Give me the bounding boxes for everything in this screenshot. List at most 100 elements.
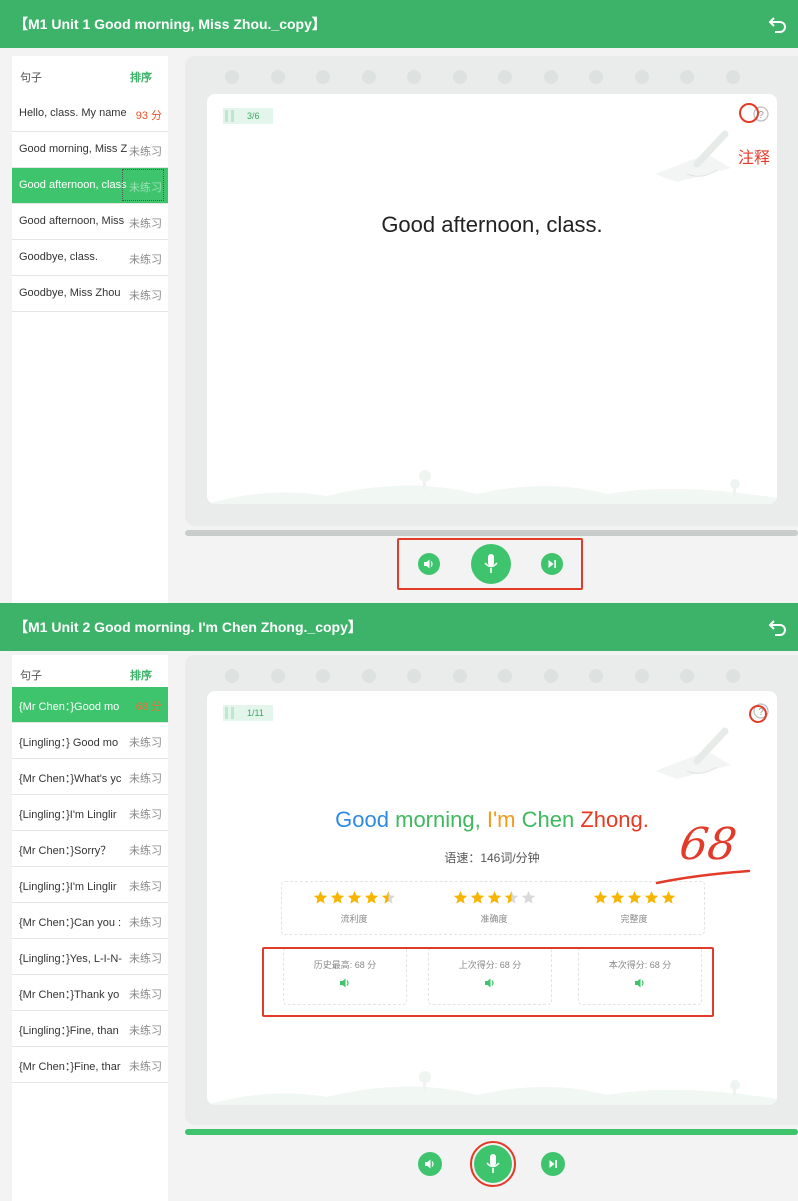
sentence-item-status: 未练习 (129, 917, 162, 929)
binding-dot (225, 70, 239, 84)
binding-dot (634, 70, 649, 84)
sentence-word: Good (335, 807, 389, 832)
sentence-item-text: {Mr Chen：}Can you : (19, 917, 122, 929)
sentence-item-text: {Lingling：} Good mo (19, 737, 119, 749)
star-half-icon (504, 890, 518, 904)
rating-item: 流利度 (294, 890, 414, 925)
sentence-item-status: 未练习 (129, 809, 162, 821)
scores-annotation-box (262, 947, 714, 1017)
speaker-icon (425, 1159, 434, 1169)
binding-dot (634, 669, 649, 683)
record-button[interactable] (471, 544, 511, 584)
binding-dot (498, 70, 512, 84)
focus-outline (122, 169, 164, 201)
sentence-item[interactable]: Good morning, Miss Z 未练习 (12, 132, 168, 168)
sentence-item[interactable]: {Lingling：} Good mo 未练习 (12, 723, 168, 759)
sentence-item[interactable]: Hello, class. My name 93 分 (12, 96, 168, 132)
sentence-column-label: 句子 (20, 72, 42, 84)
help-annotation-circle (749, 705, 767, 723)
sentence-item-status: 未练习 (129, 146, 162, 158)
sentence-item[interactable]: {Mr Chen：}Fine, thar 未练习 (12, 1047, 168, 1083)
sentence-item[interactable]: Good afternoon, Miss 未练习 (12, 204, 168, 240)
practice-panel-unit1: 【M1 Unit 1 Good morning, Miss Zhou._copy… (0, 0, 798, 603)
page-title: 【M1 Unit 1 Good morning, Miss Zhou._copy… (14, 16, 326, 32)
practice-board: 1/11 ? Good morning, I'm Chen Zhong. 语速：… (185, 655, 798, 1125)
sentence-word: Chen (521, 807, 575, 832)
sentence-item[interactable]: {Mr Chen：}Good mo 68 分 (12, 687, 168, 723)
svg-text:?: ? (758, 110, 764, 121)
binding-dot (270, 70, 285, 84)
next-button[interactable] (541, 1152, 565, 1176)
annotation-label: 注释 (738, 150, 771, 167)
hills-decoration (207, 470, 777, 504)
sentence-item[interactable]: {Lingling：}I'm Linglir 未练习 (12, 795, 168, 831)
back-arrow-icon[interactable] (768, 14, 788, 34)
star-full-icon (347, 890, 361, 904)
sentence-word: morning, (395, 807, 481, 832)
sentence-text: Good afternoon, class. (381, 212, 603, 237)
star-full-icon (313, 890, 327, 904)
practice-panel-unit2: 【M1 Unit 2 Good morning. I'm Chen Zhong.… (0, 603, 798, 1201)
sentence-item-text: Good morning, Miss Z (19, 143, 128, 155)
sentence-item-text: {Lingling：}I'm Linglir (19, 809, 117, 821)
binding-dot (543, 669, 558, 683)
board-binding-dots (225, 669, 758, 683)
binding-dot (680, 669, 694, 683)
sentence-item[interactable]: {Mr Chen：}Thank yo 未练习 (12, 975, 168, 1011)
sentence-word: I'm (486, 807, 516, 832)
progress-fill (185, 1129, 798, 1135)
back-arrow-icon[interactable] (768, 617, 788, 637)
sort-button[interactable]: 排序 (130, 69, 152, 85)
star-full-icon (610, 890, 624, 904)
page-indicator: 1/11 (223, 705, 273, 721)
sentence-item-status: 未练习 (129, 290, 162, 302)
microphone-icon (486, 1154, 500, 1173)
rating-item: 完整度 (574, 890, 694, 925)
microphone-icon (484, 554, 498, 573)
sentence-item-text: Good afternoon, class (19, 179, 127, 191)
sentence-item[interactable]: {Lingling：}Yes, L-I-N- 未练习 (12, 939, 168, 975)
sentence-item[interactable]: Goodbye, Miss Zhou 未练习 (12, 276, 168, 312)
sentence-item-text: {Lingling：}Fine, than (19, 1025, 119, 1037)
play-button[interactable] (418, 1152, 442, 1176)
sentence-item-status: 93 分 (135, 110, 162, 122)
sentence-item[interactable]: {Lingling：}I'm Linglir 未练习 (12, 867, 168, 903)
sentence-item-status: 未练习 (129, 254, 162, 266)
sentence-item-status: 未练习 (129, 1061, 162, 1073)
sentence-item[interactable]: Good afternoon, class 未练习 (12, 168, 168, 204)
star-full-icon (470, 890, 484, 904)
sentence-item-status: 未练习 (129, 881, 162, 893)
sentence-item[interactable]: {Mr Chen：}Can you : 未练习 (12, 903, 168, 939)
star-full-icon (593, 890, 607, 904)
sentence-list: 句子 排序 Hello, class. My name 93 分 Good morn… (12, 56, 168, 603)
sentence-item-status: 未练习 (129, 773, 162, 785)
sentence-item-status: 未练习 (129, 953, 162, 965)
next-button[interactable] (541, 553, 563, 575)
binding-dot (680, 70, 694, 84)
sort-button[interactable]: 排序 (130, 667, 152, 683)
binding-dot (407, 70, 421, 84)
play-button[interactable] (418, 553, 440, 575)
star-empty-icon (521, 890, 535, 904)
binding-dot (452, 70, 467, 84)
rating-label: 完整度 (620, 914, 648, 924)
header-bar: 【M1 Unit 2 Good morning. I'm Chen Zhong.… (0, 603, 798, 651)
binding-dot (589, 669, 603, 683)
binding-dot (225, 669, 239, 683)
binding-dot (589, 70, 603, 84)
sentence-card: 3/6 ? Good afternoon, class. (207, 94, 777, 504)
sentence-item[interactable]: {Mr Chen：}What's yc 未练习 (12, 759, 168, 795)
binding-dot (316, 70, 330, 84)
rating-stars-group: 流利度 准确度 完整度 (281, 881, 705, 935)
sentence-item[interactable]: {Lingling：}Fine, than 未练习 (12, 1011, 168, 1047)
sentence-item-status: 68 分 (135, 701, 162, 713)
sentence-item-text: {Lingling：}Yes, L-I-N- (19, 953, 122, 965)
rating-label: 流利度 (340, 914, 368, 924)
binding-dot (725, 70, 740, 84)
rating-stars (434, 890, 554, 906)
rating-stars (294, 890, 414, 906)
sentence-item[interactable]: {Mr Chen：}Sorry？ 未练习 (12, 831, 168, 867)
sentence-item-text: {Mr Chen：}Fine, thar (19, 1061, 121, 1073)
record-button[interactable] (474, 1145, 512, 1183)
sentence-item[interactable]: Goodbye, class. 未练习 (12, 240, 168, 276)
